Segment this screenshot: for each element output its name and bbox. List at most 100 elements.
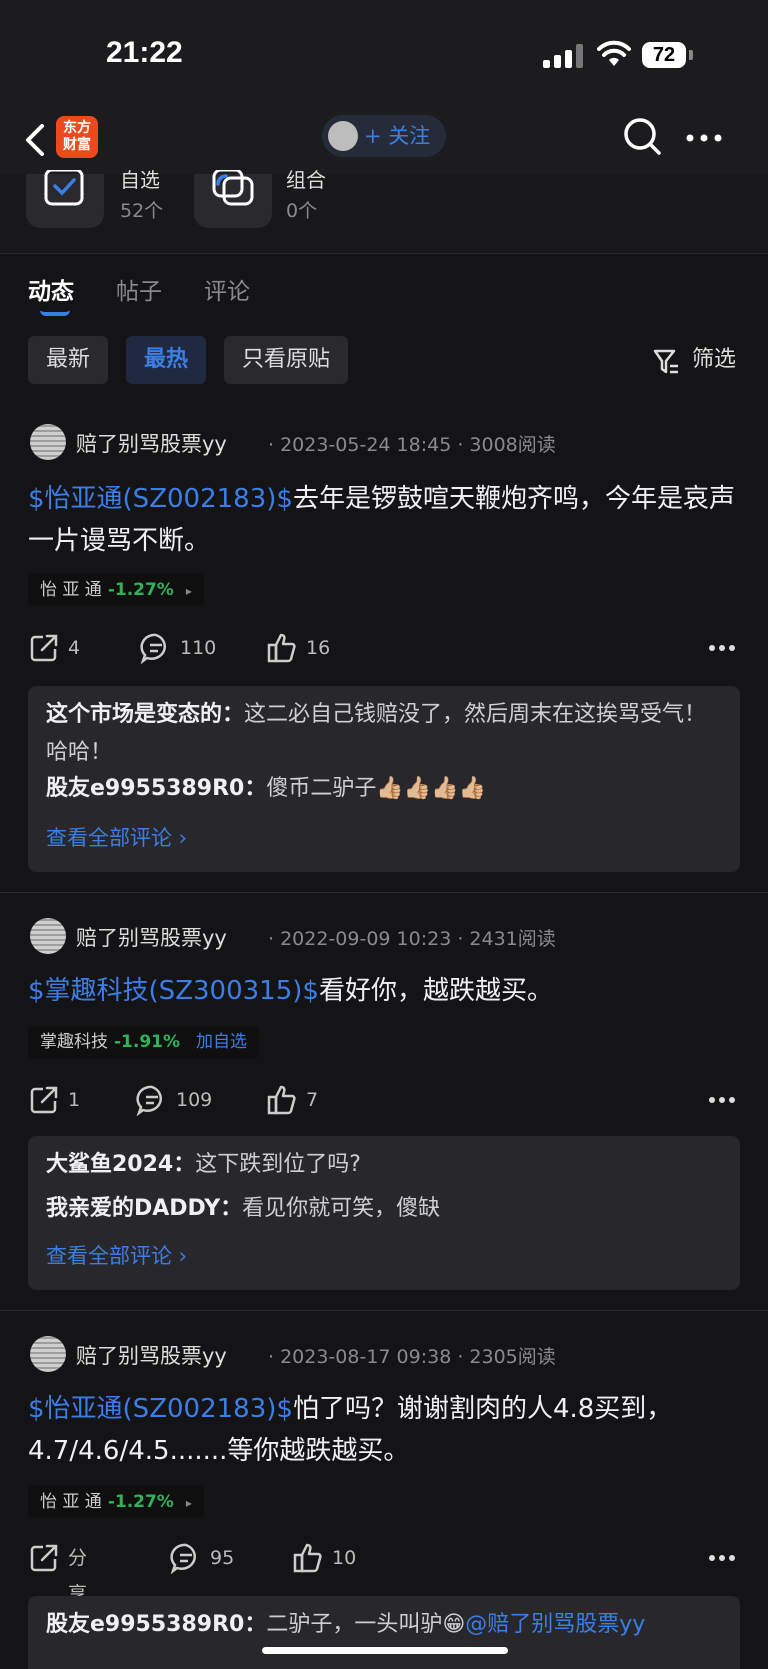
follow-button[interactable]: + 关注 xyxy=(322,115,446,157)
tab-comments[interactable]: 评论 xyxy=(204,272,250,306)
post-actions: 4 110 16 xyxy=(28,630,740,666)
post-actions: 1 109 7 xyxy=(28,1082,740,1118)
post-actions: 分享 95 10 xyxy=(28,1540,740,1605)
portfolio-label: 组合 xyxy=(286,168,326,192)
post-text[interactable]: $怡亚通(SZ002183)$怕了吗？谢谢割肉的人4.8买到，4.7/4.6/4… xyxy=(28,1388,740,1472)
follow-label: + 关注 xyxy=(364,124,431,148)
home-indicator xyxy=(262,1647,508,1654)
view-all-comments-link[interactable]: 查看全部评论 › xyxy=(46,1240,187,1270)
top-navbar: 东方 财富 + 关注 xyxy=(0,110,768,174)
avatar[interactable] xyxy=(30,424,66,460)
stock-tag-link[interactable]: $掌趣科技(SZ300315)$ xyxy=(28,976,319,1006)
post-card[interactable]: 赔了别骂股票yy · 2023-08-17 09:38 · 2305阅读 $怡亚… xyxy=(0,1334,768,1669)
comment-author[interactable]: 股友e9955389R0： xyxy=(46,1612,266,1637)
filter-latest[interactable]: 最新 xyxy=(28,336,109,384)
cellular-signal-icon xyxy=(543,44,585,68)
portfolio-shortcut[interactable] xyxy=(194,170,272,228)
battery-tip xyxy=(689,50,693,60)
watchlist-label: 自选 xyxy=(120,168,160,192)
active-tab-indicator xyxy=(40,310,70,316)
comment-item: 我亲爱的DADDY：看见你就可笑，傻缺 xyxy=(46,1192,726,1226)
checkbox-icon xyxy=(44,170,84,206)
filter-icon xyxy=(653,349,678,374)
comment-text: 这下跌到位了吗? xyxy=(195,1152,361,1177)
more-options-icon[interactable] xyxy=(686,134,722,142)
share-count: 1 xyxy=(68,1089,81,1111)
tab-posts[interactable]: 帖子 xyxy=(116,272,162,306)
post-username[interactable]: 赔了别骂股票yy xyxy=(76,428,227,458)
post-body: 看好你，越跌越买。 xyxy=(318,976,553,1006)
app-logo[interactable]: 东方 财富 xyxy=(56,116,98,158)
divider xyxy=(0,1310,768,1311)
comment-icon xyxy=(136,1085,162,1116)
post-header: 赔了别骂股票yy · 2022-09-09 10:23 · 2431阅读 xyxy=(28,916,748,956)
comment-preview-box[interactable]: 大鲨鱼2024：这下跌到位了吗? 我亲爱的DADDY：看见你就可笑，傻缺 查看全… xyxy=(28,1136,740,1290)
post-text[interactable]: $掌趣科技(SZ300315)$看好你，越跌越买。 xyxy=(28,970,740,1012)
portfolio-icon xyxy=(212,170,254,206)
like-count: 7 xyxy=(306,1089,319,1111)
search-icon[interactable] xyxy=(622,116,662,156)
more-options-icon[interactable] xyxy=(708,1096,736,1104)
post-header: 赔了别骂股票yy · 2023-05-24 18:45 · 3008阅读 xyxy=(28,422,748,462)
share-count: 4 xyxy=(68,637,81,659)
more-options-icon[interactable] xyxy=(708,1554,736,1562)
profile-shortcuts: 自选 52个 组合 0个 xyxy=(0,168,768,254)
comment-count: 95 xyxy=(210,1547,235,1569)
view-all-comments-link[interactable]: 查看全部评论 › xyxy=(46,822,187,852)
back-arrow-icon[interactable] xyxy=(22,120,52,160)
comment-text: 二驴子，一头叫驴😁 xyxy=(266,1612,466,1637)
stock-tag-link[interactable]: $怡亚通(SZ002183)$ xyxy=(28,1394,293,1424)
more-options-icon[interactable] xyxy=(708,644,736,652)
battery-icon: 72 xyxy=(642,42,686,68)
share-icon xyxy=(30,1544,58,1572)
comment-preview-box[interactable]: 股友e9955389R0：二驴子，一头叫驴😁@赔了别骂股票yy xyxy=(28,1596,740,1669)
comment-author[interactable]: 大鲨鱼2024： xyxy=(46,1152,195,1177)
comment-item: 股友e9955389R0：二驴子，一头叫驴😁@赔了别骂股票yy xyxy=(46,1608,726,1642)
thumbs-up-icon xyxy=(267,633,296,663)
avatar xyxy=(328,121,358,151)
post-meta: · 2023-08-17 09:38 · 2305阅读 xyxy=(268,1346,556,1368)
portfolio-count: 0个 xyxy=(286,200,318,222)
play-arrow-icon: ▸ xyxy=(185,584,192,598)
thumbs-up-icon xyxy=(267,1085,296,1115)
post-header: 赔了别骂股票yy · 2023-08-17 09:38 · 2305阅读 xyxy=(28,1334,748,1374)
comment-text: 看见你就可笑，傻缺 xyxy=(242,1196,441,1221)
stock-tag-link[interactable]: $怡亚通(SZ002183)$ xyxy=(28,484,293,514)
clock: 21:22 xyxy=(106,36,183,69)
filter-original-only[interactable]: 只看原贴 xyxy=(224,336,349,384)
post-card[interactable]: 赔了别骂股票yy · 2023-05-24 18:45 · 3008阅读 $怡亚… xyxy=(0,422,768,892)
add-to-watchlist-button[interactable]: 加自选 xyxy=(196,1032,247,1052)
watchlist-shortcut[interactable] xyxy=(26,170,104,228)
avatar[interactable] xyxy=(30,918,66,954)
content-tabs: 动态 帖子 评论 xyxy=(0,262,768,322)
stock-change: -1.27% xyxy=(107,1492,174,1512)
play-arrow-icon: ▸ xyxy=(185,1496,192,1510)
stock-name: 怡 亚 通 xyxy=(40,580,102,600)
stock-quote-badge[interactable]: 掌趣科技 -1.91% 加自选 xyxy=(28,1026,260,1058)
comment-author[interactable]: 这个市场是变态的： xyxy=(46,702,244,727)
filter-hottest[interactable]: 最热 xyxy=(126,336,207,384)
share-icon xyxy=(30,1086,58,1114)
share-icon xyxy=(30,634,58,662)
stock-quote-badge[interactable]: 怡 亚 通 -1.27% ▸ xyxy=(28,574,204,606)
avatar[interactable] xyxy=(30,1336,66,1372)
post-meta: · 2023-05-24 18:45 · 3008阅读 xyxy=(268,434,556,456)
comment-preview-box[interactable]: 这个市场是变态的：这二必自己钱赔没了，然后周末在这挨骂受气！哈哈！ 股友e995… xyxy=(28,686,740,872)
comment-icon xyxy=(170,1543,196,1574)
comment-author[interactable]: 我亲爱的DADDY： xyxy=(46,1196,242,1221)
watchlist-count: 52个 xyxy=(120,200,164,222)
tab-activity[interactable]: 动态 xyxy=(28,272,74,306)
stock-quote-badge[interactable]: 怡 亚 通 -1.27% ▸ xyxy=(28,1486,204,1518)
stock-change: -1.27% xyxy=(107,580,174,600)
post-username[interactable]: 赔了别骂股票yy xyxy=(76,922,227,952)
post-username[interactable]: 赔了别骂股票yy xyxy=(76,1340,227,1370)
logo-line-2: 财富 xyxy=(63,137,91,153)
post-card[interactable]: 赔了别骂股票yy · 2022-09-09 10:23 · 2431阅读 $掌趣… xyxy=(0,916,768,1306)
filter-button[interactable]: 筛选 xyxy=(652,336,736,384)
mention-link[interactable]: @赔了别骂股票yy xyxy=(465,1612,645,1637)
like-count: 10 xyxy=(332,1547,357,1569)
post-text[interactable]: $怡亚通(SZ002183)$去年是锣鼓喧天鞭炮齐鸣，今年是哀声一片谩骂不断。 xyxy=(28,478,740,562)
comment-author[interactable]: 股友e9955389R0： xyxy=(46,776,266,801)
like-count: 16 xyxy=(306,637,331,659)
divider xyxy=(0,892,768,893)
